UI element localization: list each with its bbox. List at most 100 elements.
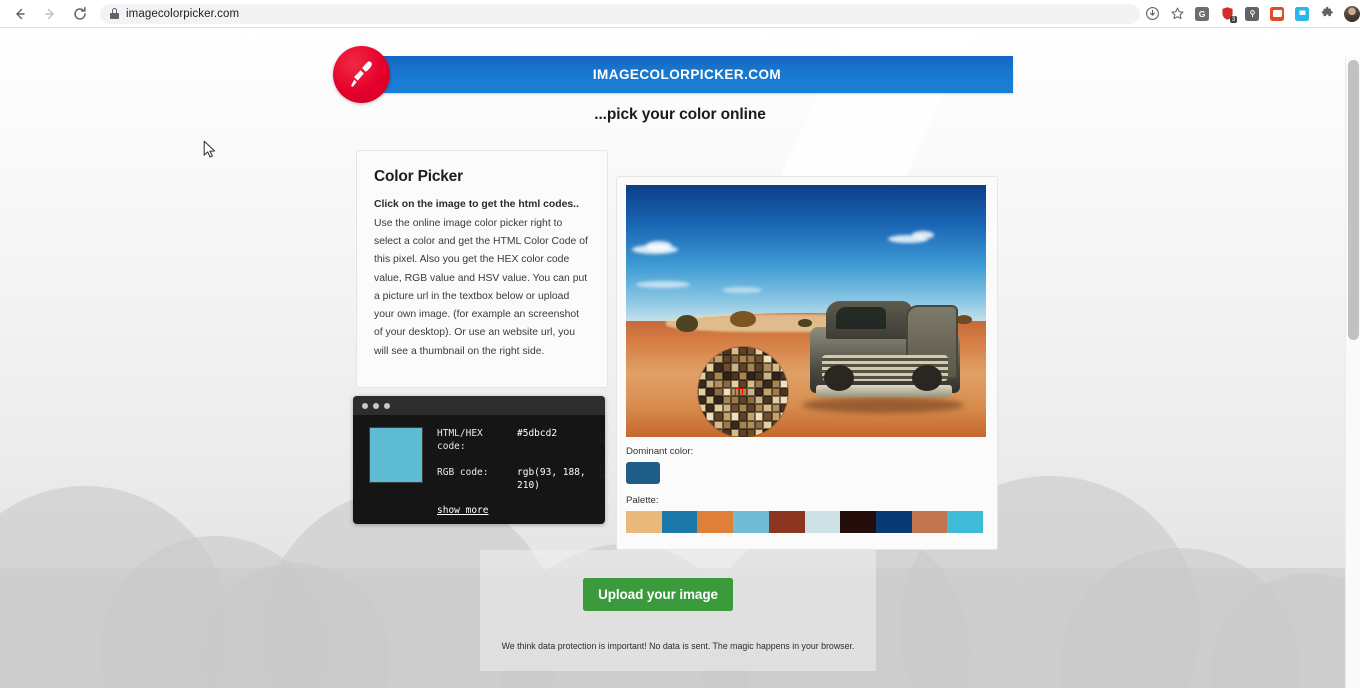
lastpass-extension-icon[interactable]: 3 — [1215, 2, 1239, 26]
loupe-pixel — [747, 379, 756, 388]
download-icon[interactable] — [1140, 2, 1164, 26]
info-lead-text: Click on the image to get the html codes… — [374, 199, 579, 210]
profile-avatar[interactable] — [1340, 2, 1360, 26]
loupe-pixel — [698, 371, 707, 380]
toolbar-icons: G 3 — [1140, 2, 1360, 26]
loupe-pixel — [714, 420, 723, 429]
loupe-pixel — [730, 396, 739, 405]
palette-swatch[interactable] — [840, 511, 876, 533]
loupe-pixel — [755, 412, 764, 421]
loupe-pixel — [698, 379, 707, 388]
loupe-pixel — [738, 412, 748, 421]
copy-icon[interactable] — [600, 435, 605, 446]
palette-swatch[interactable] — [768, 511, 805, 533]
forward-arrow-icon[interactable] — [36, 0, 64, 28]
upload-image-button[interactable]: Upload your image — [583, 578, 733, 611]
loupe-pixel — [763, 355, 772, 364]
palette-swatch[interactable] — [804, 511, 841, 533]
loupe-pixel — [706, 396, 715, 405]
show-more-link[interactable]: show more — [437, 505, 488, 516]
loupe-pixel — [730, 363, 739, 372]
loupe-pixel — [730, 355, 739, 364]
car-wreck-subject — [802, 293, 964, 413]
loupe-pixel — [730, 428, 739, 437]
rgb-label: RGB code: — [437, 467, 489, 478]
loupe-pixel — [771, 347, 780, 356]
dropbox-extension-icon[interactable] — [1290, 2, 1314, 26]
loupe-pixel — [747, 355, 756, 364]
loupe-pixel — [779, 363, 788, 372]
loupe-pixel — [706, 412, 715, 421]
address-bar[interactable]: imagecolorpicker.com — [100, 3, 1140, 24]
loupe-pixel — [771, 396, 780, 405]
palette-swatch[interactable] — [875, 511, 912, 533]
loupe-pixel — [747, 363, 756, 372]
loupe-pixel — [730, 420, 739, 429]
copy-icon[interactable] — [600, 468, 605, 479]
loupe-pixel — [747, 371, 756, 380]
palette-swatch[interactable] — [661, 511, 698, 533]
page-tagline: ...pick your color online — [594, 106, 766, 123]
eyedropper-logo-icon[interactable] — [333, 46, 390, 103]
loupe-pixel — [706, 387, 715, 397]
extensions-puzzle-icon[interactable] — [1315, 2, 1339, 26]
palette-swatch[interactable] — [697, 511, 734, 533]
loupe-pixel — [722, 396, 731, 405]
loupe-pixel — [755, 363, 764, 372]
loupe-pixel — [730, 404, 739, 413]
palette-swatch[interactable] — [947, 511, 984, 533]
loupe-pixel — [779, 404, 788, 413]
loupe-pixel — [763, 396, 772, 405]
loupe-pixel — [706, 420, 715, 429]
loupe-pixel — [738, 371, 748, 380]
bookmark-star-icon[interactable] — [1165, 2, 1189, 26]
dominant-color-swatch[interactable] — [626, 462, 660, 484]
loupe-pixel — [706, 371, 715, 380]
loupe-pixel — [706, 347, 715, 356]
page-title: Color Picker — [374, 168, 463, 185]
loupe-pixel — [714, 404, 723, 413]
selected-color-swatch — [369, 427, 423, 483]
loupe-pixel — [763, 379, 772, 388]
loupe-pixel — [747, 387, 756, 397]
loupe-pixel — [738, 379, 748, 388]
hex-row: HTML/HEX code: #5dbcd2 — [437, 427, 605, 453]
loupe-pixel — [714, 355, 723, 364]
loupe-pixel — [747, 396, 756, 405]
loupe-pixel — [698, 355, 707, 364]
page-content: IMAGECOLORPICKER.COM ...pick your color … — [0, 28, 1360, 688]
loupe-pixel — [779, 355, 788, 364]
loupe-pixel — [714, 379, 723, 388]
window-dot-red-icon — [362, 402, 368, 409]
pocket-extension-icon[interactable] — [1240, 2, 1264, 26]
loupe-pixel — [747, 428, 756, 437]
palette-swatch[interactable] — [733, 511, 769, 533]
palette-swatches[interactable] — [626, 511, 984, 533]
palette-swatch[interactable] — [911, 511, 948, 533]
loupe-pixel — [714, 396, 723, 405]
loupe-pixel — [771, 363, 780, 372]
loupe-pixel — [730, 371, 739, 380]
back-arrow-icon[interactable] — [6, 0, 34, 28]
window-dot-green-icon — [384, 402, 390, 409]
adblock-extension-icon[interactable] — [1265, 2, 1289, 26]
url-text: imagecolorpicker.com — [126, 7, 240, 20]
main-columns: Color Picker Click on the image to get t… — [353, 150, 998, 550]
loupe-pixel — [755, 396, 764, 405]
reload-icon[interactable] — [66, 0, 94, 28]
palette-swatch[interactable] — [626, 511, 662, 533]
loupe-target-pixel — [734, 387, 743, 397]
loupe-pixel — [722, 420, 731, 429]
loupe-pixel — [747, 347, 756, 356]
scrollbar-thumb[interactable] — [1348, 60, 1359, 340]
loupe-pixel — [755, 355, 764, 364]
page-scrollbar[interactable] — [1345, 56, 1360, 688]
loupe-pixel — [779, 412, 788, 421]
loupe-pixel — [698, 428, 707, 437]
loupe-pixel — [722, 428, 731, 437]
loupe-pixel — [738, 347, 748, 356]
loupe-pixel — [706, 404, 715, 413]
loupe-pixel — [738, 363, 748, 372]
source-image[interactable] — [626, 185, 986, 437]
grammarly-extension-icon[interactable]: G — [1190, 2, 1214, 26]
